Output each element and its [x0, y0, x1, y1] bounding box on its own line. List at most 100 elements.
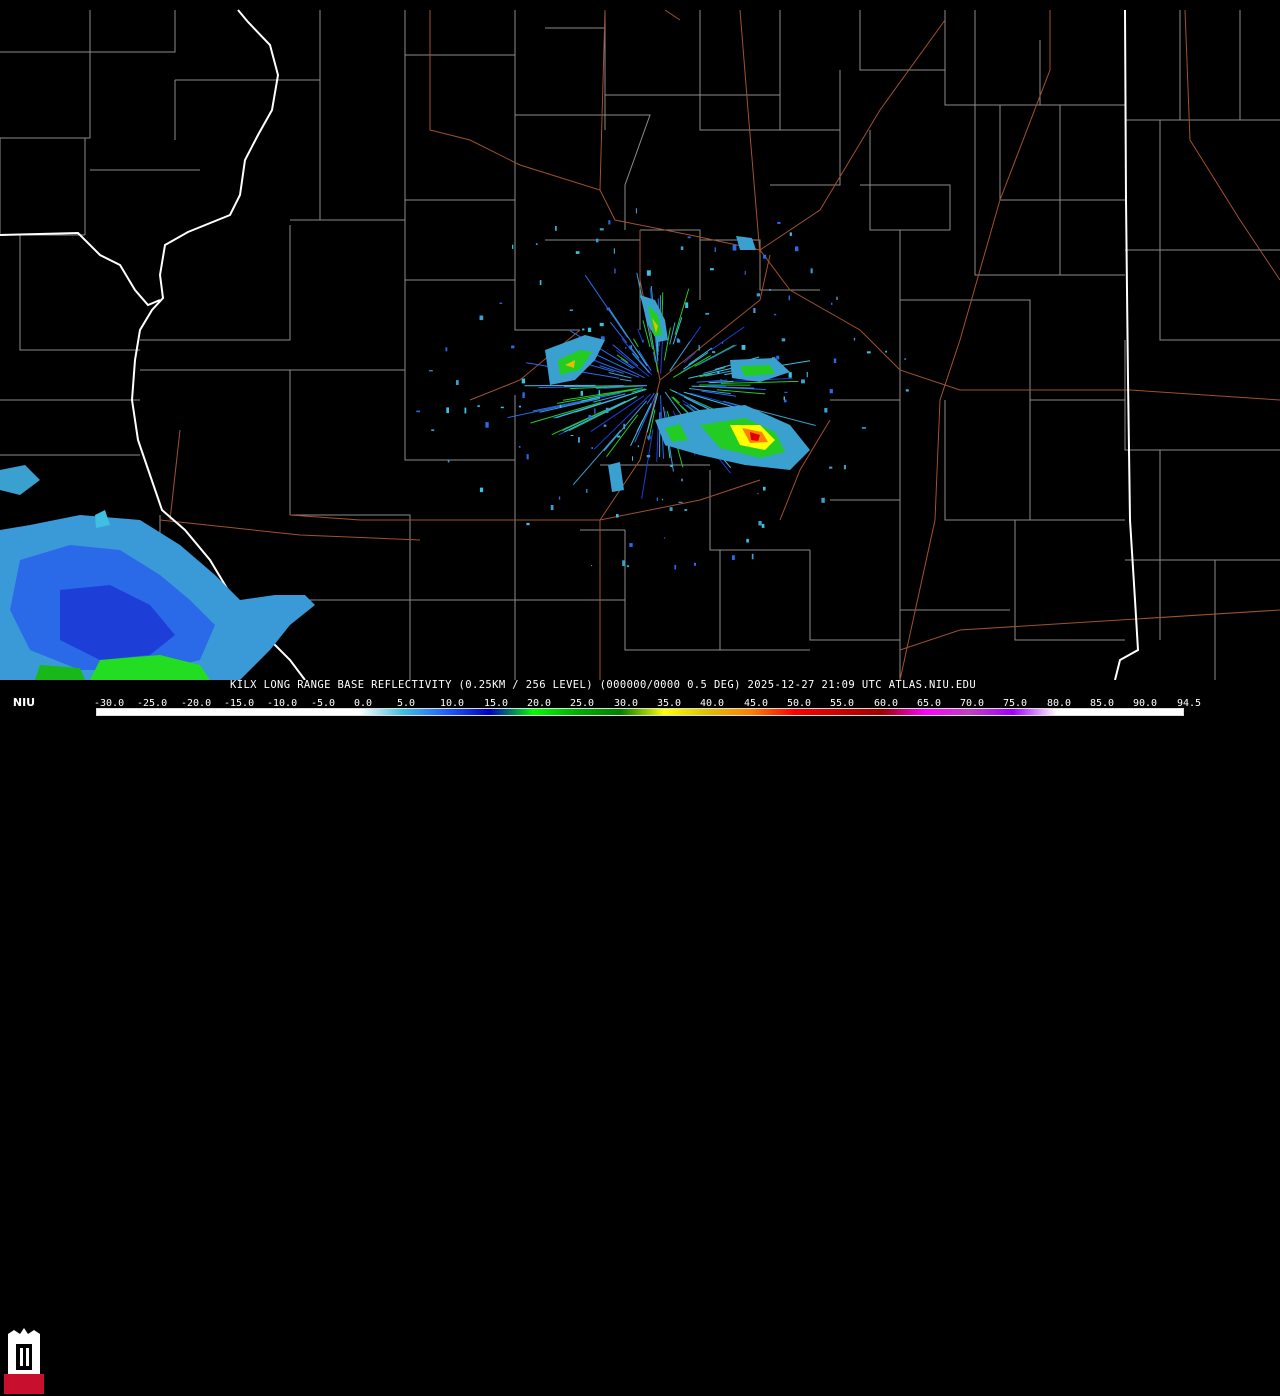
- echo-speck: [662, 499, 663, 501]
- echo-speck: [811, 268, 813, 273]
- echo-speck: [485, 422, 488, 428]
- echo-speck: [777, 222, 780, 224]
- echo-speck: [576, 251, 580, 254]
- echo-speck: [431, 429, 434, 430]
- echo-speck: [831, 303, 832, 305]
- echo-speck: [632, 456, 633, 460]
- echo-speck: [677, 340, 680, 343]
- echo-speck: [606, 408, 609, 413]
- echo-speck: [784, 397, 785, 401]
- echo-speck: [522, 379, 525, 384]
- echo-speck: [674, 565, 676, 570]
- echo-speck: [614, 248, 615, 253]
- echo-speck: [757, 293, 760, 296]
- echo-speck: [501, 407, 504, 409]
- echo-speck: [824, 408, 827, 413]
- echo-speck: [448, 461, 450, 463]
- echo-speck: [776, 356, 779, 360]
- echo-speck: [588, 328, 591, 332]
- echo-speck: [586, 489, 587, 493]
- echo-speck: [685, 302, 688, 308]
- echo-speck: [575, 385, 579, 387]
- radar-map: [0, 0, 1280, 680]
- echo-speck: [465, 408, 467, 414]
- echo-speck: [715, 247, 716, 252]
- echo-speck: [742, 345, 746, 350]
- echo-speck: [499, 303, 502, 304]
- echo-speck: [782, 338, 786, 341]
- echo-speck: [582, 329, 584, 331]
- echo-speck: [480, 316, 484, 321]
- echo-speck: [555, 226, 557, 231]
- echo-speck: [642, 340, 643, 343]
- echo-speck: [801, 379, 805, 383]
- echo-speck: [753, 308, 755, 313]
- echo-speck: [684, 509, 687, 511]
- echo-speck: [834, 358, 836, 363]
- echo-speck: [527, 454, 529, 459]
- echo-speck: [722, 342, 723, 344]
- echo-speck: [836, 297, 837, 300]
- echo-speck: [551, 505, 554, 510]
- echo-speck: [746, 539, 749, 543]
- echo-speck: [757, 493, 758, 494]
- echo-speck: [904, 358, 906, 359]
- echo-speck: [774, 314, 776, 315]
- echo-speck: [829, 467, 832, 469]
- echo-speck: [885, 351, 887, 353]
- echo-speck: [681, 246, 684, 250]
- echo-speck: [789, 296, 790, 301]
- echo-speck: [477, 405, 480, 407]
- echo-speck: [512, 245, 513, 249]
- echo-speck: [519, 446, 521, 448]
- echo-speck: [578, 437, 580, 443]
- echo-speck: [790, 232, 792, 236]
- echo-speck: [717, 371, 719, 374]
- echo-speck: [456, 380, 459, 385]
- reflectivity-colorbar: [96, 708, 1184, 716]
- echo-speck: [629, 346, 631, 349]
- echo-speck: [732, 555, 735, 560]
- echo-speck: [416, 411, 420, 413]
- logo-text: NIU: [9, 696, 39, 709]
- echo-speck: [614, 269, 615, 274]
- echo-speck: [604, 425, 607, 427]
- echo-speck: [769, 289, 771, 291]
- echo-speck: [710, 268, 714, 270]
- echo-speck: [599, 390, 601, 395]
- echo-speck: [596, 239, 598, 243]
- echo-speck: [629, 543, 632, 547]
- colorbar-labels: -30.0-25.0-20.0-15.0-10.0-5.00.05.010.01…: [94, 698, 1194, 708]
- echo-speck: [664, 538, 665, 539]
- echo-speck: [617, 436, 620, 438]
- echo-speck: [571, 435, 574, 436]
- echo-speck: [594, 408, 595, 414]
- echo-speck: [560, 405, 562, 408]
- echo-speck: [600, 228, 604, 230]
- echo-speck: [807, 372, 808, 377]
- echo-speck: [638, 445, 639, 447]
- echo-speck: [607, 308, 610, 311]
- echo-speck: [540, 280, 542, 285]
- echo-speck: [657, 498, 658, 502]
- echo-speck: [844, 465, 846, 469]
- echo-speck: [830, 389, 833, 393]
- echo-speck: [854, 338, 855, 341]
- echo-speck: [581, 391, 583, 396]
- echo-speck: [589, 415, 592, 419]
- echo-speck: [591, 447, 593, 449]
- echo-speck: [681, 479, 683, 482]
- echo-speck: [519, 406, 521, 408]
- echo-speck: [647, 270, 651, 275]
- niu-logo-icon: [2, 1326, 46, 1396]
- echo-speck: [570, 310, 574, 312]
- echo-speck: [784, 392, 787, 393]
- echo-speck: [699, 345, 700, 351]
- echo-speck: [758, 521, 761, 526]
- echo-speck: [536, 243, 538, 245]
- echo-speck: [591, 565, 592, 566]
- echo-speck: [622, 560, 625, 566]
- echo-speck: [821, 498, 824, 503]
- echo-speck: [446, 347, 448, 351]
- echo-speck: [522, 392, 524, 398]
